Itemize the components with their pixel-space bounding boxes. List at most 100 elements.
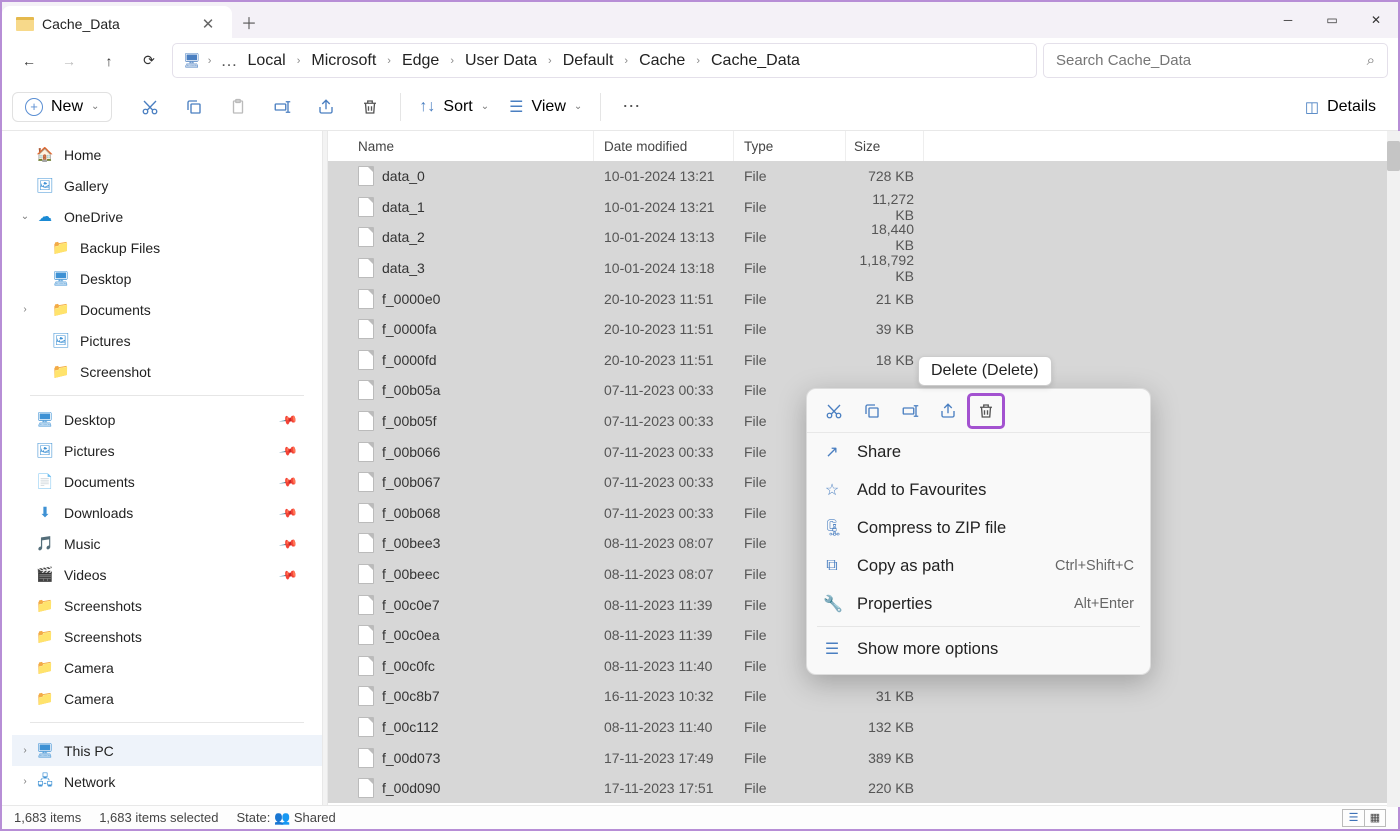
chevron-right-icon[interactable]: › [205,55,215,67]
close-tab-icon[interactable]: ✕ [198,15,218,33]
column-type[interactable]: Type [734,131,846,161]
ctx-rename-icon[interactable] [891,393,929,429]
sort-button[interactable]: ↑↓ Sort ⌄ [411,94,497,120]
forward-button[interactable]: → [52,44,86,78]
refresh-button[interactable]: ⟳ [132,44,166,78]
nav-documents-od[interactable]: ›📁Documents [12,294,322,325]
search-box[interactable]: ⌕ [1043,43,1388,78]
paste-icon[interactable] [218,89,258,125]
ctx-copy-icon[interactable] [853,393,891,429]
nav-screenshots2[interactable]: 📁Screenshots [12,621,322,652]
nav-screenshots1[interactable]: 📁Screenshots [12,590,322,621]
nav-backup-files[interactable]: 📁Backup Files [12,232,322,263]
search-icon[interactable]: ⌕ [1367,52,1375,69]
pin-icon[interactable]: 📌 [278,533,298,553]
file-row[interactable]: f_00c8b716-11-2023 10:32File31 KB [328,681,1398,712]
share-icon[interactable] [306,89,346,125]
column-date-modified[interactable]: Date modified [594,131,734,161]
ctx-delete-icon[interactable] [967,393,1005,429]
nav-onedrive[interactable]: ⌄☁OneDrive [12,201,322,232]
nav-downloads[interactable]: ⬇Downloads📌 [12,497,322,528]
copy-icon[interactable] [174,89,214,125]
nav-screenshot[interactable]: 📁Screenshot [12,356,322,387]
back-button[interactable]: ← [12,44,46,78]
file-row[interactable]: data_310-01-2024 13:18File1,18,792 KB [328,253,1398,284]
nav-gallery[interactable]: 🖼Gallery [12,170,322,201]
nav-pictures[interactable]: 🖼Pictures📌 [12,435,322,466]
chevron-right-icon[interactable]: › [621,55,631,67]
file-row[interactable]: data_210-01-2024 13:13File18,440 KB [328,222,1398,253]
delete-icon[interactable] [350,89,390,125]
thumbnails-view-toggle[interactable]: ▦ [1364,809,1386,827]
up-button[interactable]: ↑ [92,44,126,78]
file-row[interactable]: data_010-01-2024 13:21File728 KB [328,161,1398,192]
file-row[interactable]: data_110-01-2024 13:21File11,272 KB [328,192,1398,223]
nav-videos[interactable]: 🎬Videos📌 [12,559,322,590]
nav-pictures-od[interactable]: 🖼Pictures [12,325,322,356]
file-row[interactable]: f_00d09017-11-2023 17:51File220 KB [328,773,1398,804]
file-row[interactable]: f_00c11208-11-2023 11:40File132 KB [328,712,1398,743]
ctx-show-more[interactable]: ☰Show more options [807,630,1150,668]
vertical-scrollbar[interactable] [1387,131,1400,807]
nav-this-pc[interactable]: ›🖥This PC [12,735,322,766]
crumb-default[interactable]: Default [559,50,618,72]
file-row[interactable]: f_0000fa20-10-2023 11:51File39 KB [328,314,1398,345]
chevron-right-icon[interactable]: › [545,55,555,67]
chevron-right-icon[interactable]: › [693,55,703,67]
address-bar[interactable]: 🖥 › … Local › Microsoft › Edge › User Da… [172,43,1037,78]
pin-icon[interactable]: 📌 [278,502,298,522]
crumb-microsoft[interactable]: Microsoft [307,50,380,72]
crumb-userdata[interactable]: User Data [461,50,541,72]
chevron-down-icon[interactable]: ⌄ [19,211,31,222]
pin-icon[interactable]: 📌 [278,440,298,460]
maximize-button[interactable]: ▭ [1310,4,1354,36]
pin-icon[interactable]: 📌 [278,564,298,584]
cut-icon[interactable] [130,89,170,125]
chevron-right-icon[interactable]: › [19,745,31,756]
chevron-right-icon[interactable]: › [447,55,457,67]
nav-camera2[interactable]: 📁Camera [12,683,322,714]
column-name[interactable]: Name [348,131,594,161]
nav-documents[interactable]: 📄Documents📌 [12,466,322,497]
details-view-toggle[interactable]: ☰ [1342,809,1364,827]
crumb-local[interactable]: Local [243,50,289,72]
nav-desktop-od[interactable]: 🖥Desktop [12,263,322,294]
ctx-cut-icon[interactable] [815,393,853,429]
chevron-right-icon[interactable]: › [384,55,394,67]
more-crumbs-icon[interactable]: … [220,51,237,71]
ctx-share-icon[interactable] [929,393,967,429]
ctx-add-favourites[interactable]: ☆Add to Favourites [807,471,1150,509]
file-row[interactable]: f_0000fd20-10-2023 11:51File18 KB [328,345,1398,376]
file-row[interactable]: f_0000e020-10-2023 11:51File21 KB [328,283,1398,314]
view-button[interactable]: ☰ View ⌄ [501,93,590,121]
search-input[interactable] [1056,52,1367,69]
nav-music[interactable]: 🎵Music📌 [12,528,322,559]
pin-icon[interactable]: 📌 [278,471,298,491]
nav-network[interactable]: ›🖧Network [12,766,322,797]
close-button[interactable]: ✕ [1354,4,1398,36]
new-tab-button[interactable]: ＋ [232,6,266,38]
nav-camera1[interactable]: 📁Camera [12,652,322,683]
crumb-cachedata[interactable]: Cache_Data [707,50,804,72]
rename-icon[interactable] [262,89,302,125]
pin-icon[interactable]: 📌 [278,409,298,429]
chevron-right-icon[interactable]: › [294,55,304,67]
chevron-right-icon[interactable]: › [19,776,31,787]
column-size[interactable]: Size [846,131,924,161]
ctx-copy-path[interactable]: ⧉Copy as pathCtrl+Shift+C [807,547,1150,585]
ctx-properties[interactable]: 🔧PropertiesAlt+Enter [807,585,1150,623]
new-button[interactable]: + New ⌄ [12,92,112,122]
ctx-compress-zip[interactable]: 🗜Compress to ZIP file [807,509,1150,547]
crumb-cache[interactable]: Cache [635,50,689,72]
separator [400,93,401,121]
minimize-button[interactable]: ─ [1266,4,1310,36]
details-pane-button[interactable]: ◫ Details [1293,94,1388,120]
nav-desktop[interactable]: 🖥Desktop📌 [12,404,322,435]
window-tab[interactable]: Cache_Data ✕ [2,6,232,42]
more-icon[interactable]: ⋯ [611,89,651,125]
chevron-right-icon[interactable]: › [19,304,31,315]
nav-home[interactable]: 🏠Home [12,139,322,170]
crumb-edge[interactable]: Edge [398,50,443,72]
file-row[interactable]: f_00d07317-11-2023 17:49File389 KB [328,742,1398,773]
ctx-share[interactable]: ↗Share [807,433,1150,471]
